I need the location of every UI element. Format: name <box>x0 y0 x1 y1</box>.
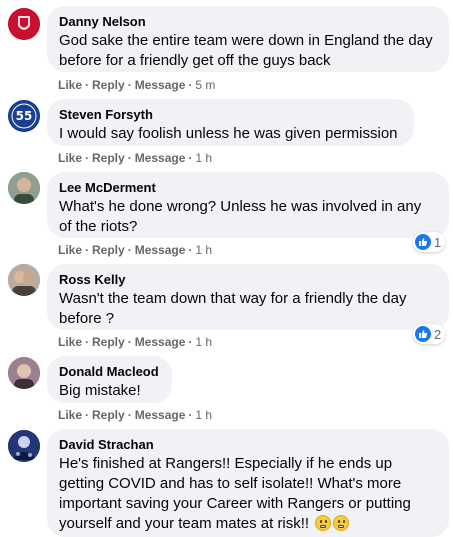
comment-text: God sake the entire team were down in En… <box>59 31 437 71</box>
comment-bubble: Steven Forsyth I would say foolish unles… <box>47 99 414 146</box>
profile-photo-icon <box>8 430 40 462</box>
profile-photo-icon <box>8 357 40 389</box>
like-link[interactable]: Like <box>58 408 82 422</box>
comment-line: Wasn't the team down that way for a frie… <box>59 290 407 307</box>
comment-actions: Like · Reply · Message · 1 h <box>58 151 213 165</box>
comment-line: What's he done wrong? Unless he was invo… <box>59 198 422 215</box>
comment-actions: Like · Reply · Message · 5 m <box>58 78 216 92</box>
comment-text: I would say foolish unless he was given … <box>59 124 402 144</box>
reply-link[interactable]: Reply <box>92 151 125 165</box>
comment-author[interactable]: Ross Kelly <box>59 271 437 288</box>
message-link[interactable]: Message <box>135 408 186 422</box>
avatar[interactable] <box>8 357 40 389</box>
comment-timestamp[interactable]: 1 h <box>195 335 212 349</box>
grimacing-face-icon <box>333 515 350 531</box>
reply-link[interactable]: Reply <box>92 408 125 422</box>
comment-line: I would say foolish unless he was given … <box>59 125 398 142</box>
comment-bubble: David Strachan He's finished at Rangers!… <box>47 429 449 537</box>
profile-photo-icon <box>8 264 40 296</box>
message-link[interactable]: Message <box>135 243 186 257</box>
reaction-count[interactable]: 1 <box>413 232 446 252</box>
comment-actions: Like · Reply · Message · 1 h <box>58 243 213 257</box>
comment-bubble: Donald Macleod Big mistake! <box>47 356 172 403</box>
comment-author[interactable]: Steven Forsyth <box>59 106 402 123</box>
comment-timestamp[interactable]: 1 h <box>195 151 212 165</box>
comment-line: He's finished at Rangers!! Especially if… <box>59 455 393 472</box>
avatar[interactable]: 55 <box>8 100 40 132</box>
reply-link[interactable]: Reply <box>92 243 125 257</box>
like-link[interactable]: Like <box>58 78 82 92</box>
avatar[interactable] <box>8 8 40 40</box>
comment-text: What's he done wrong? Unless he was invo… <box>59 197 437 237</box>
comment-line: yourself and your team mates at risk!! <box>59 514 437 534</box>
like-link[interactable]: Like <box>58 335 82 349</box>
like-thumb-icon <box>415 326 431 342</box>
comment-text: Big mistake! <box>59 381 160 401</box>
comment-line: of the riots? <box>59 218 138 235</box>
comment-line: important saving your Career with Ranger… <box>59 495 411 512</box>
reply-link[interactable]: Reply <box>92 78 125 92</box>
avatar[interactable] <box>8 264 40 296</box>
comment-bubble: Lee McDerment What's he done wrong? Unle… <box>47 172 449 238</box>
avatar[interactable] <box>8 430 40 462</box>
comment-line: before for a friendly get off the guys b… <box>59 52 331 69</box>
avatar[interactable] <box>8 172 40 204</box>
message-link[interactable]: Message <box>135 335 186 349</box>
message-link[interactable]: Message <box>135 78 186 92</box>
reply-link[interactable]: Reply <box>92 335 125 349</box>
avatar-badge-text: 55 <box>15 109 33 123</box>
like-link[interactable]: Like <box>58 151 82 165</box>
reaction-count-value: 2 <box>434 326 442 342</box>
comment-text: He's finished at Rangers!! Especially if… <box>59 454 437 534</box>
comment-line: getting COVID and has to self isolate!! … <box>59 475 402 492</box>
club-crest-icon <box>8 8 40 40</box>
comment-line: before ? <box>59 310 115 327</box>
comment-timestamp[interactable]: 1 h <box>195 408 212 422</box>
comment-author[interactable]: Donald Macleod <box>59 363 160 380</box>
grimacing-face-icon <box>315 515 332 531</box>
comment-line: God sake the entire team were down in En… <box>59 32 433 49</box>
like-link[interactable]: Like <box>58 243 82 257</box>
profile-photo-icon <box>8 172 40 204</box>
comment-author[interactable]: Danny Nelson <box>59 13 437 30</box>
reaction-count[interactable]: 2 <box>413 324 446 344</box>
comment-line: Big mistake! <box>59 382 141 399</box>
comment-author[interactable]: David Strachan <box>59 436 437 453</box>
reaction-count-value: 1 <box>434 234 442 250</box>
comment-timestamp[interactable]: 1 h <box>195 243 212 257</box>
comment-text: Wasn't the team down that way for a frie… <box>59 289 437 329</box>
comment-bubble: Danny Nelson God sake the entire team we… <box>47 6 449 72</box>
comment-bubble: Ross Kelly Wasn't the team down that way… <box>47 264 449 330</box>
comment-actions: Like · Reply · Message · 1 h <box>58 408 213 422</box>
message-link[interactable]: Message <box>135 151 186 165</box>
comment-actions: Like · Reply · Message · 1 h <box>58 335 213 349</box>
comment-timestamp[interactable]: 5 m <box>195 78 215 92</box>
like-thumb-icon <box>415 234 431 250</box>
comment-author[interactable]: Lee McDerment <box>59 179 437 196</box>
